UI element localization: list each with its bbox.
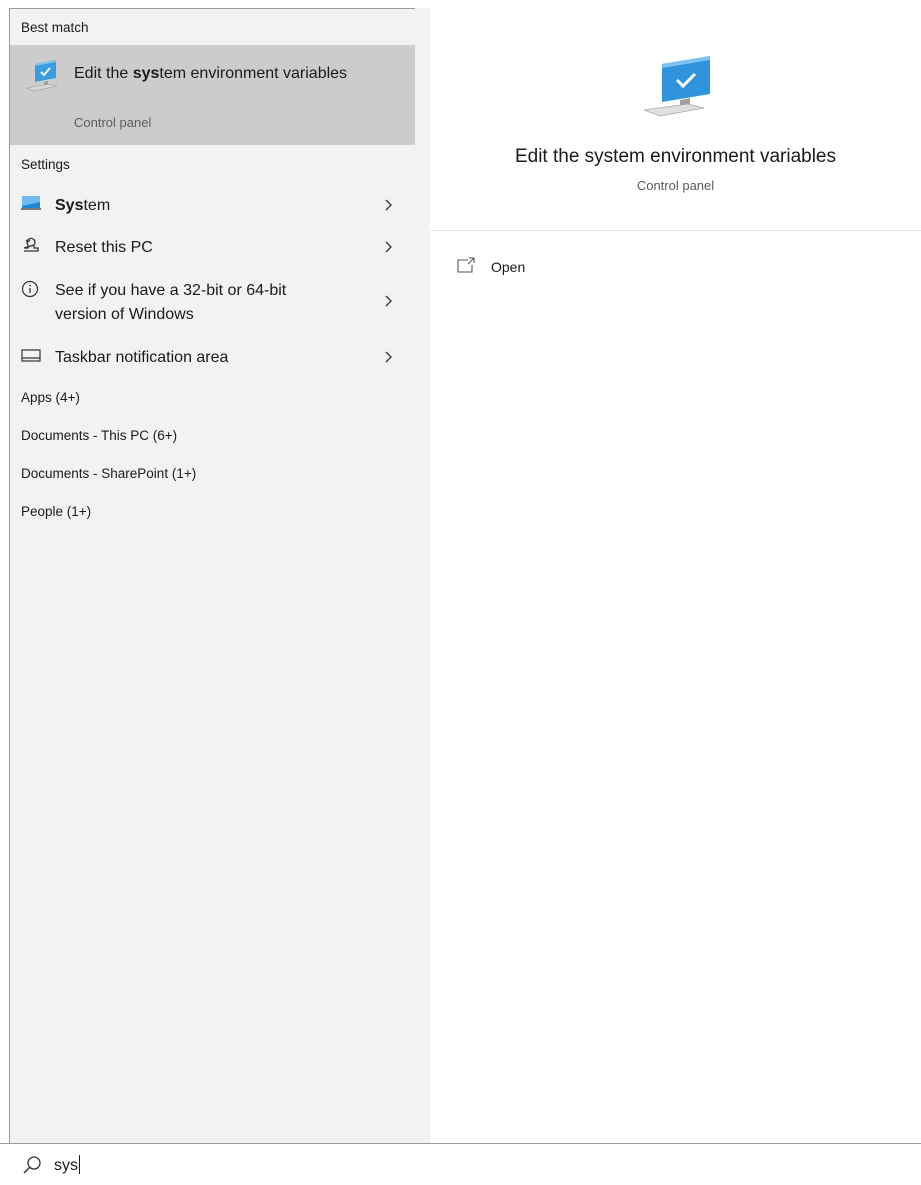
settings-item-label: Taskbar notification area xyxy=(55,349,229,366)
detail-title: Edit the system environment variables xyxy=(514,146,837,167)
category-documents-this-pc[interactable]: Documents - This PC (6+) xyxy=(21,428,177,443)
window-frame-top xyxy=(0,0,921,8)
chevron-right-icon xyxy=(385,199,392,211)
info-icon xyxy=(21,280,39,298)
settings-item-reset-pc[interactable]: Reset this PC xyxy=(10,234,415,262)
pane-gutter xyxy=(415,8,430,1143)
search-box[interactable]: sys xyxy=(0,1143,921,1185)
best-match-result[interactable] xyxy=(10,45,415,145)
open-action[interactable]: Open xyxy=(456,255,656,281)
settings-item-label-line2: version of Windows xyxy=(55,306,194,323)
monitor-check-icon xyxy=(25,60,58,92)
open-action-label: Open xyxy=(491,259,526,275)
reset-pc-icon xyxy=(23,237,39,252)
settings-item-system[interactable]: System xyxy=(10,192,415,220)
settings-item-label: System xyxy=(55,197,111,214)
best-match-title: Edit the system environment variables xyxy=(74,65,348,82)
settings-item-label: Reset this PC xyxy=(55,239,153,256)
window-frame-left xyxy=(0,0,9,1143)
settings-item-taskbar-notification-area[interactable]: Taskbar notification area xyxy=(10,344,415,372)
taskbar-icon xyxy=(21,349,41,362)
category-documents-sharepoint[interactable]: Documents - SharePoint (1+) xyxy=(21,466,196,481)
monitor-check-icon xyxy=(643,56,710,117)
search-input[interactable]: sys xyxy=(54,1155,80,1175)
best-match-header: Best match xyxy=(21,20,89,35)
text-caret xyxy=(79,1155,80,1174)
settings-item-windows-version[interactable]: See if you have a 32-bit or 64-bit versi… xyxy=(10,277,415,327)
search-icon xyxy=(23,1156,41,1174)
chevron-right-icon xyxy=(385,351,392,363)
chevron-right-icon xyxy=(385,241,392,253)
category-apps[interactable]: Apps (4+) xyxy=(21,390,80,405)
best-match-subtitle: Control panel xyxy=(74,115,152,130)
settings-header: Settings xyxy=(21,157,70,172)
detail-divider xyxy=(430,230,921,231)
detail-subtitle: Control panel xyxy=(636,178,715,193)
open-window-icon xyxy=(457,257,475,273)
chevron-right-icon xyxy=(385,295,392,307)
monitor-icon xyxy=(21,196,41,210)
settings-item-label-line1: See if you have a 32-bit or 64-bit xyxy=(55,282,287,299)
results-pane xyxy=(9,8,415,1143)
category-people[interactable]: People (1+) xyxy=(21,504,91,519)
